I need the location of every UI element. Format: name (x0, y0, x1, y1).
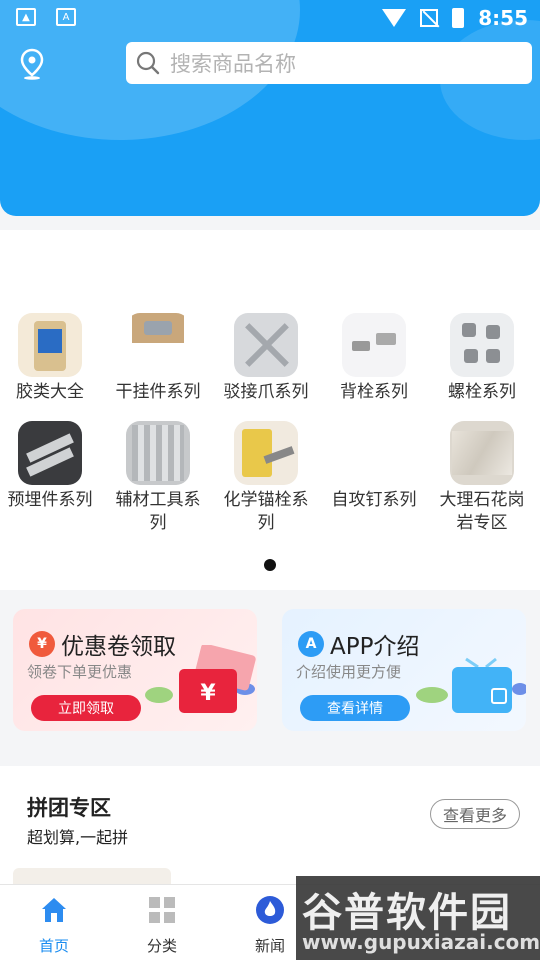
screws-image (342, 421, 406, 485)
dry-hanging-image (126, 313, 190, 377)
tab-label: 分类 (146, 937, 177, 955)
coupon-subtitle: 领卷下单更优惠 (27, 663, 133, 681)
group-buy-subtitle: 超划算,一起拼 (27, 828, 129, 847)
category-adhesives[interactable]: 胶类大全 (0, 313, 100, 427)
category-bolts[interactable]: 螺栓系列 (432, 313, 532, 427)
search-placeholder: 搜索商品名称 (170, 52, 296, 76)
carousel-indicator[interactable] (264, 559, 276, 571)
app-icon: A (298, 631, 324, 657)
wifi-icon (382, 9, 407, 27)
category-tools[interactable]: 辅材工具系列 (108, 421, 208, 535)
coupon-icon: ¥ (29, 631, 55, 657)
chemical-anchor-image (234, 421, 298, 485)
embedded-parts-image (18, 421, 82, 485)
site-watermark: 谷普软件园 www.gupuxiazai.com (296, 876, 540, 960)
tools-image (126, 421, 190, 485)
watermark-url: www.gupuxiazai.com (302, 930, 540, 954)
app-intro-subtitle: 介绍使用更方便 (296, 663, 402, 681)
tab-label: 首页 (38, 937, 69, 955)
svg-text:¥: ¥ (200, 681, 216, 706)
category-embedded-parts[interactable]: 预埋件系列 (0, 421, 100, 535)
category-label: 化学锚栓系列 (223, 490, 309, 533)
adhesive-can-image (18, 313, 82, 377)
flame-icon (256, 896, 284, 924)
tab-category[interactable]: 分类 (122, 895, 202, 956)
bolts-image (450, 313, 514, 377)
app-intro-card[interactable]: A APP介绍 介绍使用更方便 查看详情 (282, 609, 526, 731)
category-label: 自攻钉系列 (331, 490, 417, 510)
search-input[interactable]: 搜索商品名称 (126, 42, 532, 84)
coupon-card[interactable]: ¥ 优惠卷领取 领卷下单更优惠 立即领取 ¥ (13, 609, 257, 731)
category-back-bolt[interactable]: 背栓系列 (324, 313, 424, 427)
app-notification-icon: A (56, 8, 76, 26)
category-chemical-anchor[interactable]: 化学锚栓系列 (216, 421, 316, 535)
grid-icon (149, 897, 175, 923)
view-details-button[interactable]: 查看详情 (300, 695, 410, 721)
search-icon (136, 51, 160, 75)
status-bar: ▲ A 8:55 (0, 0, 540, 36)
spider-fitting-image (234, 313, 298, 377)
marble-image (450, 421, 514, 485)
no-sim-icon (420, 9, 439, 27)
category-marble-granite[interactable]: 大理石花岗岩专区 (432, 421, 532, 535)
gallery-notification-icon: ▲ (16, 8, 36, 26)
back-bolt-image (342, 313, 406, 377)
category-self-tapping-screws[interactable]: 自攻钉系列 (324, 421, 424, 535)
group-buy-title: 拼团专区 (27, 796, 111, 820)
app-intro-title: APP介绍 (330, 634, 420, 660)
tab-home[interactable]: 首页 (14, 895, 94, 956)
view-more-button[interactable]: 查看更多 (430, 799, 520, 829)
red-envelope-illustration: ¥ (145, 645, 256, 713)
category-label: 辅材工具系列 (115, 490, 201, 533)
claim-coupon-button[interactable]: 立即领取 (31, 695, 141, 721)
tv-illustration (416, 657, 526, 713)
status-time: 8:55 (478, 6, 528, 30)
home-icon (42, 898, 66, 922)
location-pin-icon[interactable] (20, 48, 44, 80)
battery-icon (452, 8, 465, 28)
category-label: 大理石花岗岩专区 (439, 490, 525, 533)
category-dry-hanging[interactable]: 干挂件系列 (108, 313, 208, 427)
category-spider-fitting[interactable]: 驳接爪系列 (216, 313, 316, 427)
category-label: 预埋件系列 (7, 490, 93, 510)
